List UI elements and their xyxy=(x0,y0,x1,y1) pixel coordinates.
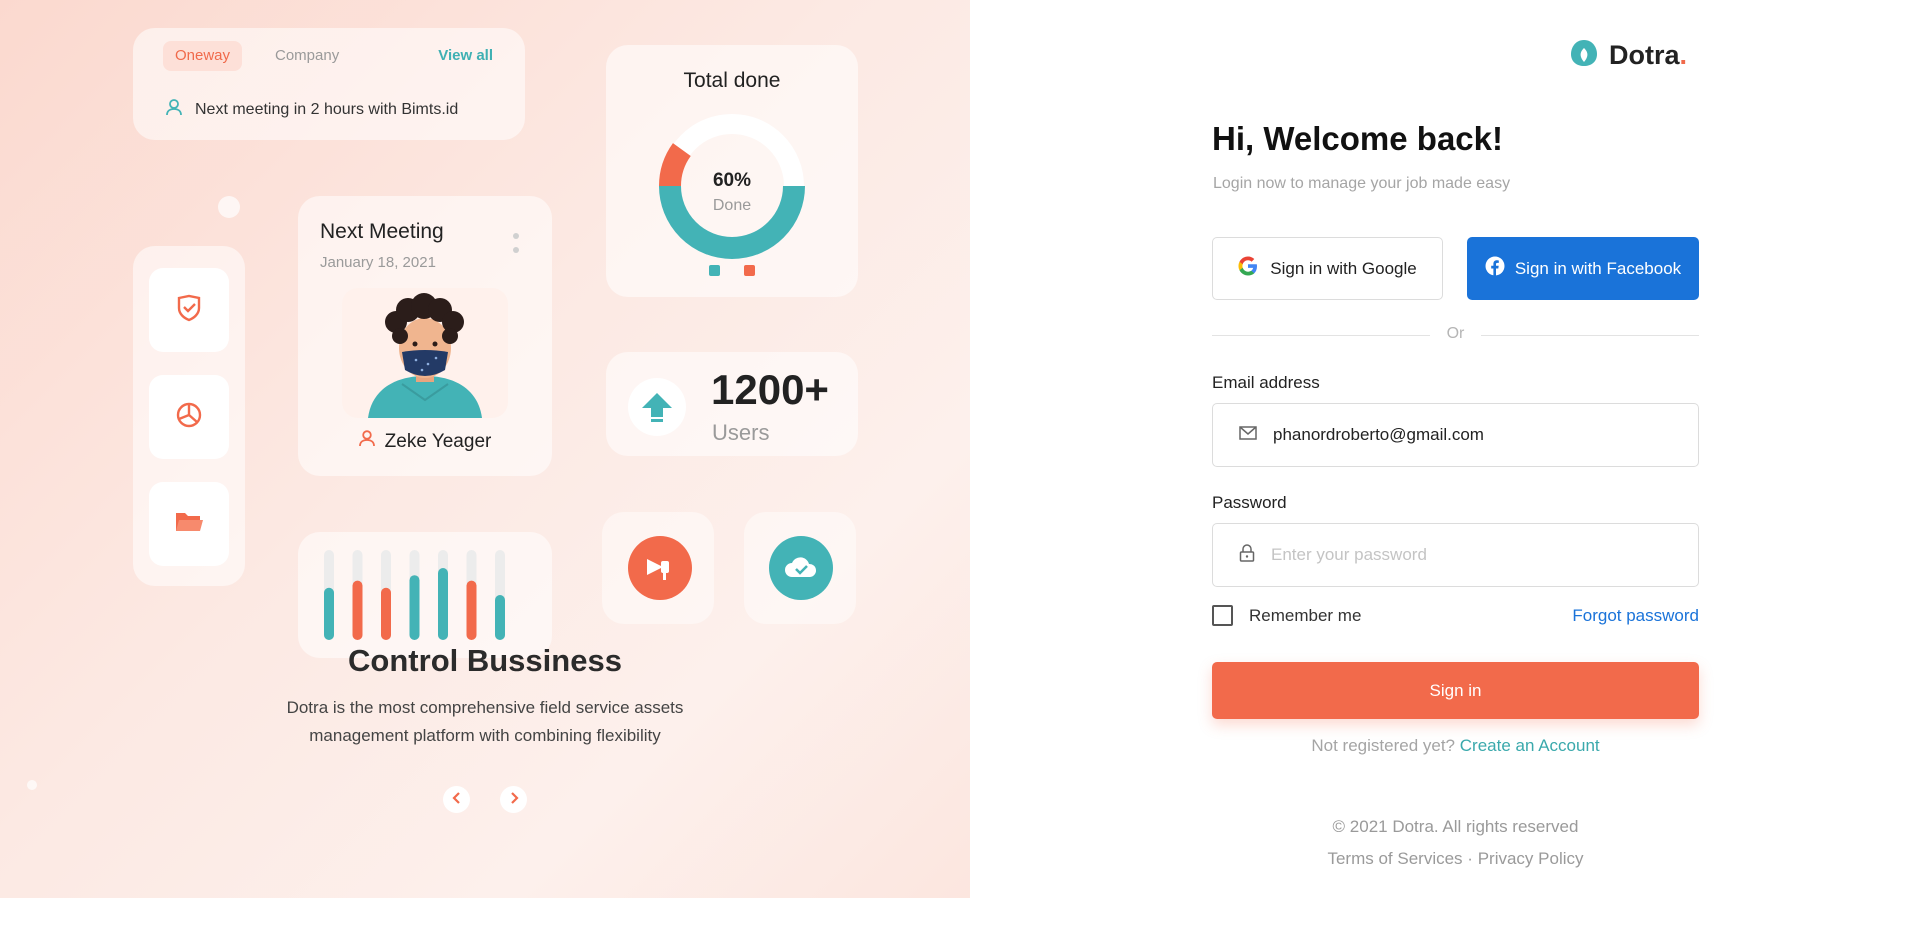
folder-icon xyxy=(174,509,204,540)
donut-done-arc xyxy=(659,185,805,259)
donut-percent: 60% xyxy=(713,170,751,191)
chevron-left-icon xyxy=(451,791,462,809)
side-item-analytics[interactable] xyxy=(149,375,229,459)
page-subtitle: Login now to manage your job made easy xyxy=(1213,175,1511,192)
privacy-link[interactable]: Privacy Policy xyxy=(1478,849,1584,868)
password-input[interactable] xyxy=(1271,545,1671,565)
next-meeting-date: January 18, 2021 xyxy=(320,254,436,271)
prev-slide-button[interactable] xyxy=(443,786,470,813)
side-menu xyxy=(133,246,245,586)
tab-oneway[interactable]: Oneway xyxy=(163,41,243,71)
avatar xyxy=(342,288,508,418)
google-signin-button[interactable]: Sign in with Google xyxy=(1212,237,1443,300)
terms-link[interactable]: Terms of Services xyxy=(1327,849,1462,868)
promo-headline: Control Bussiness xyxy=(348,643,622,678)
password-field[interactable] xyxy=(1212,523,1699,587)
side-item-files[interactable] xyxy=(149,482,229,566)
promo-description-line1: Dotra is the most comprehensive field se… xyxy=(286,698,684,717)
google-icon xyxy=(1238,256,1258,281)
next-slide-button[interactable] xyxy=(500,786,527,813)
meeting-notice: Next meeting in 2 hours with Bimts.id xyxy=(165,98,458,121)
activity-bar xyxy=(381,587,391,640)
divider-line-right xyxy=(1481,335,1699,336)
users-count: 1200+ xyxy=(711,366,829,413)
email-field[interactable] xyxy=(1212,403,1699,467)
view-all-link[interactable]: View all xyxy=(438,41,493,71)
signin-button[interactable]: Sign in xyxy=(1212,662,1699,719)
activity-bar xyxy=(466,580,477,640)
forgot-password-link[interactable]: Forgot password xyxy=(1572,606,1699,626)
remember-label: Remember me xyxy=(1249,605,1362,625)
footer-links: Terms of Services · Privacy Policy xyxy=(1212,849,1699,869)
users-card: 1200+ Users xyxy=(606,352,858,456)
activity-bar xyxy=(352,580,363,640)
promo-description: Dotra is the most comprehensive field se… xyxy=(260,694,710,750)
create-account-link[interactable]: Create an Account xyxy=(1460,736,1600,755)
user-icon xyxy=(358,430,375,453)
activity-bar xyxy=(438,568,448,640)
chevron-right-icon xyxy=(509,791,519,809)
page-title: Hi, Welcome back! xyxy=(1212,120,1503,157)
or-label: Or xyxy=(1446,325,1465,342)
dotra-logo-icon xyxy=(1569,38,1599,73)
users-label: Users xyxy=(712,420,770,445)
brand-logo: Dotra. xyxy=(1569,38,1687,73)
email-label: Email address xyxy=(1212,373,1320,392)
brand-name: Dotra. xyxy=(1609,40,1687,71)
decor-bubble xyxy=(218,196,240,218)
mail-icon xyxy=(1239,425,1257,445)
cloud-check-icon[interactable] xyxy=(769,536,833,600)
next-meeting-card: Next Meeting January 18, 2021 Zeke Yeage… xyxy=(298,196,552,476)
copyright: © 2021 Dotra. All rights reserved xyxy=(1332,817,1579,836)
footer-separator: · xyxy=(1467,849,1473,868)
total-done-title: Total done xyxy=(683,69,781,92)
attendee-name: Zeke Yeager xyxy=(384,430,492,452)
google-signin-label: Sign in with Google xyxy=(1270,258,1417,278)
activity-bar xyxy=(409,575,420,640)
meeting-tabs-card: Oneway Company View all Next meeting in … xyxy=(133,28,525,140)
donut-remaining-arc xyxy=(659,143,692,187)
meeting-notice-text: Next meeting in 2 hours with Bimts.id xyxy=(195,100,459,118)
donut-caption: Done xyxy=(713,197,751,214)
remember-me: Remember me xyxy=(1212,605,1361,626)
promo-panel: Oneway Company View all Next meeting in … xyxy=(0,0,970,898)
or-divider: Or xyxy=(1212,323,1699,347)
facebook-icon xyxy=(1485,256,1505,281)
donut-chart: 60% Done xyxy=(659,114,805,259)
shield-check-icon xyxy=(176,294,202,327)
activity-bar xyxy=(324,587,334,640)
promo-description-line2: management platform with combining flexi… xyxy=(309,726,661,745)
facebook-signin-label: Sign in with Facebook xyxy=(1514,258,1682,278)
bars-card xyxy=(298,532,552,658)
tab-company[interactable]: Company xyxy=(263,41,351,71)
password-label: Password xyxy=(1212,493,1287,512)
side-item-security[interactable] xyxy=(149,268,229,352)
legend-orange xyxy=(744,265,755,276)
register-prompt-text: Not registered yet? xyxy=(1311,736,1456,755)
more-options-icon[interactable] xyxy=(512,232,520,263)
activity-bar xyxy=(495,595,505,640)
total-done-card: Total done 60% Done xyxy=(606,45,858,297)
upload-icon xyxy=(628,378,686,436)
lock-icon xyxy=(1239,543,1255,567)
legend-teal xyxy=(709,265,720,276)
facebook-signin-button[interactable]: Sign in with Facebook xyxy=(1467,237,1699,300)
register-prompt: Not registered yet? Create an Account xyxy=(1212,736,1699,756)
brand-name-text: Dotra xyxy=(1609,40,1680,70)
pie-chart-icon xyxy=(175,401,203,434)
brand-dot: . xyxy=(1679,40,1688,70)
decor-bubble xyxy=(27,780,37,790)
user-icon xyxy=(165,98,183,121)
remember-checkbox[interactable] xyxy=(1212,605,1233,626)
next-meeting-title: Next Meeting xyxy=(320,220,444,243)
megaphone-icon[interactable] xyxy=(628,536,692,600)
activity-bars xyxy=(324,550,505,640)
email-input[interactable] xyxy=(1273,425,1673,445)
attendee: Zeke Yeager xyxy=(298,430,552,453)
